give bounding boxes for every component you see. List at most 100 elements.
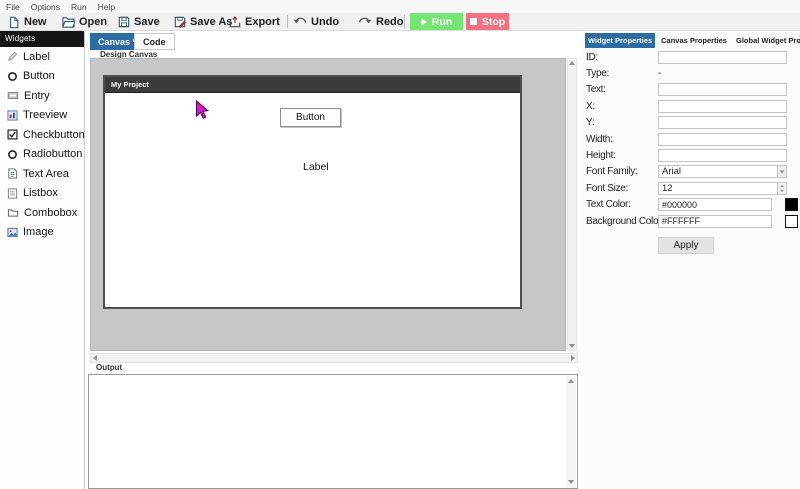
text-color-input[interactable] [658, 198, 772, 212]
export-label: Export [245, 16, 280, 28]
pencil-icon [8, 52, 18, 62]
font-size-value: 12 [662, 182, 673, 194]
tab-widget-properties[interactable]: Widget Properties [585, 33, 656, 48]
text-label: Text: [586, 84, 606, 96]
combobox-icon [7, 209, 19, 217]
open-label: Open [79, 16, 108, 28]
property-row-y: Y: [586, 115, 798, 131]
sidebar-item-button[interactable]: Button [0, 67, 84, 87]
open-button[interactable]: Open [62, 14, 107, 30]
scroll-down-icon[interactable] [568, 480, 574, 484]
export-button[interactable]: Export [229, 14, 280, 30]
widgets-sidebar: Widgets Label Button Entry Treeview Chec… [0, 31, 85, 489]
scroll-up-icon[interactable] [568, 379, 574, 383]
spin-down-button[interactable] [778, 188, 786, 194]
id-input[interactable] [658, 50, 787, 64]
item-text: Listbox [23, 187, 58, 200]
scroll-down-icon[interactable] [569, 344, 575, 348]
property-row-font-size: Font Size: 12 [586, 180, 798, 196]
widgets-header: Widgets [0, 31, 84, 47]
item-text: Checkbutton [23, 128, 85, 141]
tab-label: Code [143, 36, 166, 47]
redo-label: Redo [376, 16, 404, 28]
sidebar-item-listbox[interactable]: Listbox [0, 184, 84, 204]
sidebar-item-label[interactable]: Label [0, 47, 84, 67]
menu-help[interactable]: Help [98, 2, 115, 12]
run-button[interactable]: Run [410, 13, 463, 30]
output-vertical-scrollbar[interactable] [566, 376, 576, 487]
sidebar-item-radiobutton[interactable]: Radiobutton [0, 145, 84, 165]
scroll-up-icon[interactable] [569, 61, 575, 65]
redo-icon [358, 17, 372, 24]
circle-icon [8, 71, 17, 81]
sidebar-item-text-area[interactable]: Text Area [0, 164, 84, 184]
property-row-id: ID: [586, 49, 798, 65]
scroll-right-icon[interactable] [571, 355, 575, 361]
image-icon [7, 227, 18, 237]
undo-icon [293, 17, 307, 24]
tab-global-widget-properties[interactable]: Global Widget Properties [733, 33, 800, 48]
width-input[interactable] [658, 132, 787, 146]
menu-bar: File Options Run Help [0, 0, 800, 13]
item-text: Combobox [24, 206, 78, 219]
chevron-down-icon [780, 189, 784, 193]
height-input[interactable] [658, 149, 787, 163]
x-input[interactable] [658, 99, 787, 113]
item-text: Radiobutton [23, 148, 83, 161]
height-label: Height: [586, 150, 616, 162]
toolbar-separator [404, 15, 405, 28]
entry-icon [7, 92, 19, 100]
tab-code[interactable]: Code [134, 33, 175, 50]
scroll-left-icon[interactable] [93, 355, 97, 361]
y-label: Y: [586, 117, 595, 129]
tab-canvas-properties[interactable]: Canvas Properties [658, 33, 730, 48]
font-size-stepper[interactable]: 12 [658, 181, 787, 195]
sidebar-item-entry[interactable]: Entry [0, 86, 84, 106]
type-label: Type: [586, 68, 609, 80]
property-row-x: X: [586, 98, 798, 114]
save-label: Save [134, 16, 160, 28]
textarea-icon [8, 168, 18, 179]
property-row-text: Text: [586, 82, 798, 98]
save-icon [118, 16, 130, 28]
tab-label: Canvas * [98, 36, 137, 47]
chevron-down-icon [779, 170, 785, 174]
id-label: ID: [586, 51, 598, 63]
canvas-horizontal-scrollbar[interactable] [90, 353, 578, 363]
properties-form: ID: Type: - Text: X: Y: Width: Height: F… [586, 49, 798, 255]
dropdown-button[interactable] [777, 166, 786, 178]
menu-run[interactable]: Run [71, 2, 87, 12]
y-input[interactable] [658, 116, 787, 130]
menu-options[interactable]: Options [31, 2, 60, 12]
new-document-icon [10, 16, 19, 28]
stop-button[interactable]: Stop [466, 13, 509, 30]
text-input[interactable] [658, 83, 787, 97]
text-color-swatch[interactable] [785, 198, 798, 212]
output-box[interactable] [88, 374, 578, 489]
save-as-button[interactable]: Save As [174, 14, 232, 30]
redo-button[interactable]: Redo [358, 14, 404, 30]
background-color-input[interactable] [658, 214, 772, 228]
property-row-type: Type: - [586, 65, 798, 81]
sidebar-item-treeview[interactable]: Treeview [0, 106, 84, 126]
item-text: Entry [24, 89, 50, 102]
sidebar-item-combobox[interactable]: Combobox [0, 203, 84, 223]
open-folder-icon [62, 17, 75, 28]
font-family-label: Font Family: [586, 166, 638, 178]
undo-button[interactable]: Undo [293, 14, 339, 30]
background-color-swatch[interactable] [785, 214, 798, 228]
sidebar-item-image[interactable]: Image [0, 223, 84, 243]
property-row-font-family: Font Family: Arial [586, 164, 798, 180]
canvas-label-widget[interactable]: Label [303, 161, 329, 173]
save-button[interactable]: Save [118, 14, 160, 30]
apply-button[interactable]: Apply [658, 237, 714, 255]
font-family-select[interactable]: Arial [658, 165, 787, 179]
menu-file[interactable]: File [6, 2, 20, 12]
new-button[interactable]: New [8, 14, 47, 30]
checkbox-icon [7, 129, 18, 140]
output-label: Output [96, 363, 123, 372]
width-label: Width: [586, 133, 613, 145]
canvas-button-widget[interactable]: Button [280, 108, 341, 127]
canvas-vertical-scrollbar[interactable] [567, 58, 577, 351]
sidebar-item-checkbutton[interactable]: Checkbutton [0, 125, 85, 145]
